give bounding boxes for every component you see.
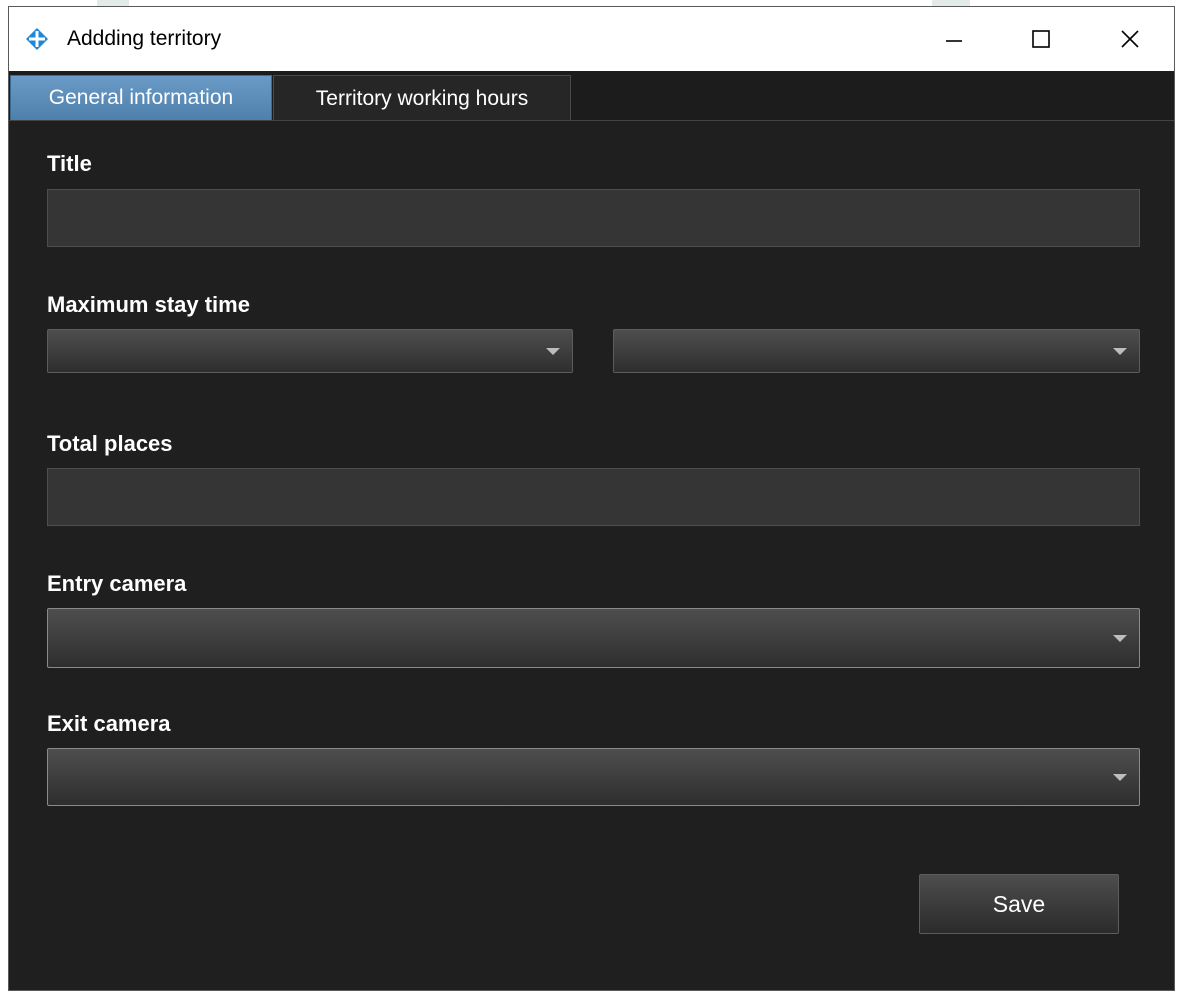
- exit-camera-dropdown[interactable]: [47, 748, 1140, 806]
- diamond-crosshair-icon: [25, 27, 49, 51]
- tab-general-information[interactable]: General information: [10, 75, 272, 121]
- chevron-down-icon: [1113, 635, 1127, 642]
- tab-strip: General information Territory working ho…: [9, 71, 1174, 121]
- max-stay-second-dropdown[interactable]: [613, 329, 1140, 373]
- total-places-label: Total places: [47, 431, 173, 456]
- chevron-down-icon: [1113, 348, 1127, 355]
- dialog-window: Addding territory General information Te…: [8, 6, 1175, 991]
- minimize-button[interactable]: [909, 7, 999, 71]
- maximize-icon: [1032, 30, 1050, 48]
- tab-territory-working-hours[interactable]: Territory working hours: [273, 75, 571, 121]
- close-icon: [1121, 30, 1139, 48]
- exit-camera-label: Exit camera: [47, 711, 171, 736]
- title-label: Title: [47, 151, 92, 176]
- title-bar[interactable]: Addding territory: [9, 7, 1174, 71]
- entry-camera-dropdown[interactable]: [47, 608, 1140, 668]
- title-input[interactable]: [47, 189, 1140, 247]
- chevron-down-icon: [546, 348, 560, 355]
- save-button[interactable]: Save: [919, 874, 1119, 934]
- entry-camera-label: Entry camera: [47, 571, 187, 596]
- total-places-input[interactable]: [47, 468, 1140, 526]
- close-button[interactable]: [1085, 7, 1175, 71]
- chevron-down-icon: [1113, 774, 1127, 781]
- max-stay-first-dropdown[interactable]: [47, 329, 573, 373]
- window-title: Addding territory: [67, 27, 222, 50]
- form-panel: Title Maximum stay time Total places Ent…: [9, 120, 1174, 990]
- minimize-icon: [946, 40, 962, 42]
- max-stay-label: Maximum stay time: [47, 292, 250, 317]
- maximize-button[interactable]: [996, 7, 1086, 71]
